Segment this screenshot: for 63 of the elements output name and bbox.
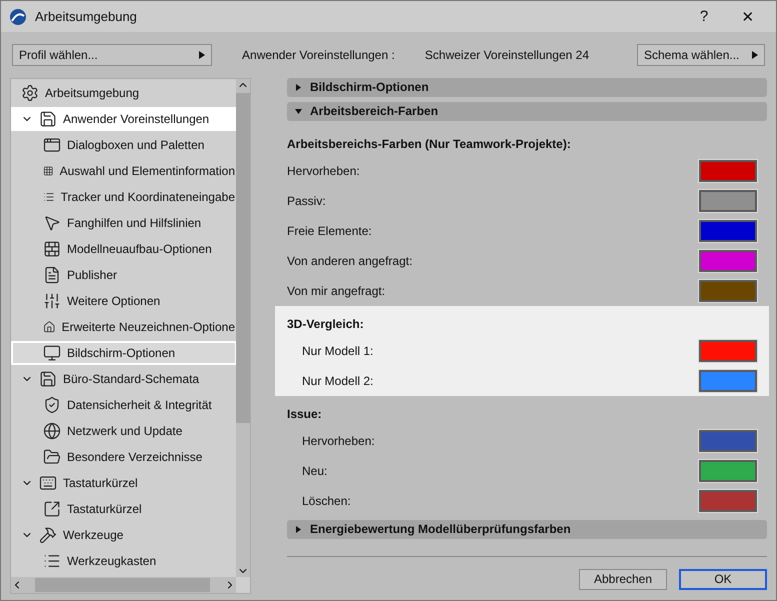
tree-item[interactable]: Tastaturkürzel	[11, 471, 236, 495]
help-button[interactable]: ?	[686, 2, 722, 30]
color-label: Passiv:	[287, 194, 326, 208]
tree-item[interactable]: Netzwerk und Update	[11, 419, 236, 443]
tree-item[interactable]: Büro-Standard-Schemata	[11, 367, 236, 391]
color-label: Freie Elemente:	[287, 224, 372, 238]
window-title: Arbeitsumgebung	[35, 9, 138, 24]
section-header[interactable]: Energiebewertung Modellüberprüfungsfarben	[287, 520, 767, 539]
tree-label: Modellneuaufbau-Optionen	[67, 242, 212, 256]
color-label: Nur Modell 2:	[302, 374, 374, 388]
color-label: Hervorheben:	[302, 434, 375, 448]
group-title: Issue:	[287, 406, 323, 423]
tree-item[interactable]: Modellneuaufbau-Optionen	[11, 237, 236, 261]
tree-label: Büro-Standard-Schemata	[63, 372, 200, 386]
tree-label: Bildschirm-Optionen	[67, 346, 176, 360]
tree-label: Netzwerk und Update	[67, 424, 182, 438]
tree-item[interactable]: Werkzeuge	[11, 523, 236, 547]
tree-item[interactable]: Tracker und Koordinateneingabe	[11, 185, 236, 209]
tree-label: Werkzeugkasten	[67, 554, 156, 568]
tree-item[interactable]: Erweiterte Neuzeichnen-Optione	[11, 315, 236, 339]
section-header[interactable]: Bildschirm-Optionen	[287, 78, 767, 97]
profile-dropdown[interactable]: Profil wählen...	[12, 44, 212, 66]
tree-item[interactable]: Publisher	[11, 263, 236, 287]
tree-item[interactable]: Datensicherheit & Integrität	[11, 393, 236, 417]
color-label: Neu:	[302, 464, 328, 478]
tree-label: Datensicherheit & Integrität	[67, 398, 212, 412]
tree-item[interactable]: Anwender Voreinstellungen	[11, 107, 236, 131]
tree-item[interactable]: Werkzeugkasten	[11, 549, 236, 573]
tree-item[interactable]: Arbeitsumgebung	[11, 81, 236, 105]
color-label: Hervorheben:	[287, 164, 360, 178]
cancel-button[interactable]: Abbrechen	[579, 568, 667, 590]
section-header[interactable]: Arbeitsbereich-Farben	[287, 102, 767, 121]
tree-label: Auswahl und Elementinformation	[60, 164, 235, 178]
color-label: Nur Modell 1:	[302, 344, 374, 358]
group-title: 3D-Vergleich:	[287, 316, 365, 333]
tree-item[interactable]: Bildschirm-Optionen	[11, 341, 236, 365]
tree-item[interactable]: Auswahl und Elementinformation	[11, 159, 236, 183]
color-label: Von mir angefragt:	[287, 284, 386, 298]
tree-item[interactable]: Besondere Verzeichnisse	[11, 445, 236, 469]
tree-label: Arbeitsumgebung	[45, 86, 140, 100]
group-title: Arbeitsbereichs-Farben (Nur Teamwork-Projekte):	[287, 136, 572, 153]
color-label: Von anderen angefragt:	[287, 254, 412, 268]
ok-button[interactable]: OK	[679, 568, 767, 590]
color-label: Löschen:	[302, 494, 351, 508]
tree-label: Tracker und Koordinateneingabe	[60, 190, 235, 204]
close-button[interactable]: ✕	[730, 2, 766, 30]
tree-label: Werkzeuge	[63, 528, 124, 542]
schema-dropdown[interactable]: Schema wählen...	[637, 44, 765, 66]
tree-item[interactable]: Dialogboxen und Paletten	[11, 133, 236, 157]
tree-label: Besondere Verzeichnisse	[67, 450, 202, 464]
tree-label: Dialogboxen und Paletten	[67, 138, 204, 152]
info-label: Anwender Voreinstellungen :	[241, 48, 396, 62]
tree-label: Erweiterte Neuzeichnen-Optione	[62, 320, 235, 334]
tree-item[interactable]: Weitere Optionen	[11, 289, 236, 313]
tree-label: Tastaturkürzel	[63, 476, 138, 490]
tree-label: Fanghilfen und Hilfslinien	[67, 216, 202, 230]
info-value: Schweizer Voreinstellungen 24	[424, 48, 589, 62]
tree-label: Weitere Optionen	[67, 294, 160, 308]
tree-item[interactable]: Fanghilfen und Hilfslinien	[11, 211, 236, 235]
tree-item[interactable]: Tastaturkürzel	[11, 497, 236, 521]
tree-label: Tastaturkürzel	[67, 502, 142, 516]
tree-label: Anwender Voreinstellungen	[63, 112, 210, 126]
tree-label: Publisher	[67, 268, 118, 282]
